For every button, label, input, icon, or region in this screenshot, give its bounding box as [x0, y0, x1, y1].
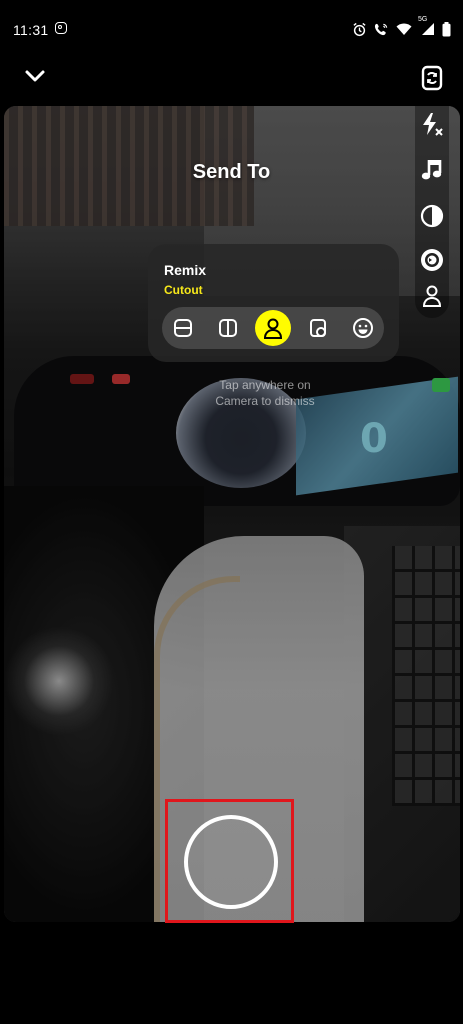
flip-camera-button[interactable] [418, 64, 446, 92]
cutout-person-icon [263, 318, 283, 339]
dismiss-hint-line2: Camera to dismiss [215, 394, 315, 408]
battery-icon [442, 21, 451, 36]
top-bottom-split-icon [174, 319, 192, 337]
chevron-down-icon[interactable] [22, 64, 48, 90]
status-time: 11:31 [13, 22, 49, 38]
picture-in-picture-icon [310, 319, 326, 337]
layout-side-by-side[interactable] [210, 310, 246, 346]
layout-options [162, 307, 384, 349]
layout-top-bottom[interactable] [165, 310, 201, 346]
layout-face[interactable] [345, 310, 381, 346]
instagram-icon [55, 22, 67, 34]
music-button[interactable] [418, 156, 446, 184]
person-icon [422, 285, 442, 307]
lens-icon [421, 249, 443, 271]
layout-picture-in-picture[interactable] [300, 310, 336, 346]
person-button[interactable] [418, 282, 446, 310]
dismiss-hint: Tap anywhere on Camera to dismiss [200, 377, 330, 409]
wifi-call-icon [374, 23, 388, 35]
capture-button[interactable] [184, 815, 278, 909]
remix-panel: Remix Cutout [148, 244, 399, 362]
flash-button[interactable] [418, 110, 446, 138]
send-to-title: Send To [192, 161, 271, 183]
remix-title: Remix [164, 262, 207, 278]
status-bar: 11:31 5G [0, 0, 463, 62]
dismiss-hint-line1: Tap anywhere on [219, 378, 311, 392]
face-icon [353, 318, 373, 338]
alarm-icon [353, 22, 366, 36]
flash-off-icon [423, 113, 443, 136]
flip-camera-icon [421, 65, 443, 91]
lens-button[interactable] [418, 246, 446, 274]
wifi-icon [396, 23, 412, 35]
contrast-icon [420, 204, 444, 228]
layout-cutout[interactable] [255, 310, 291, 346]
side-by-side-split-icon [219, 319, 237, 337]
music-note-icon [421, 160, 442, 180]
remix-subtitle: Cutout [164, 283, 203, 297]
signal-5g-icon: 5G [418, 16, 435, 36]
camera-tools-rail [415, 60, 449, 318]
status-icons: 5G [352, 16, 451, 37]
contrast-button[interactable] [418, 202, 446, 230]
